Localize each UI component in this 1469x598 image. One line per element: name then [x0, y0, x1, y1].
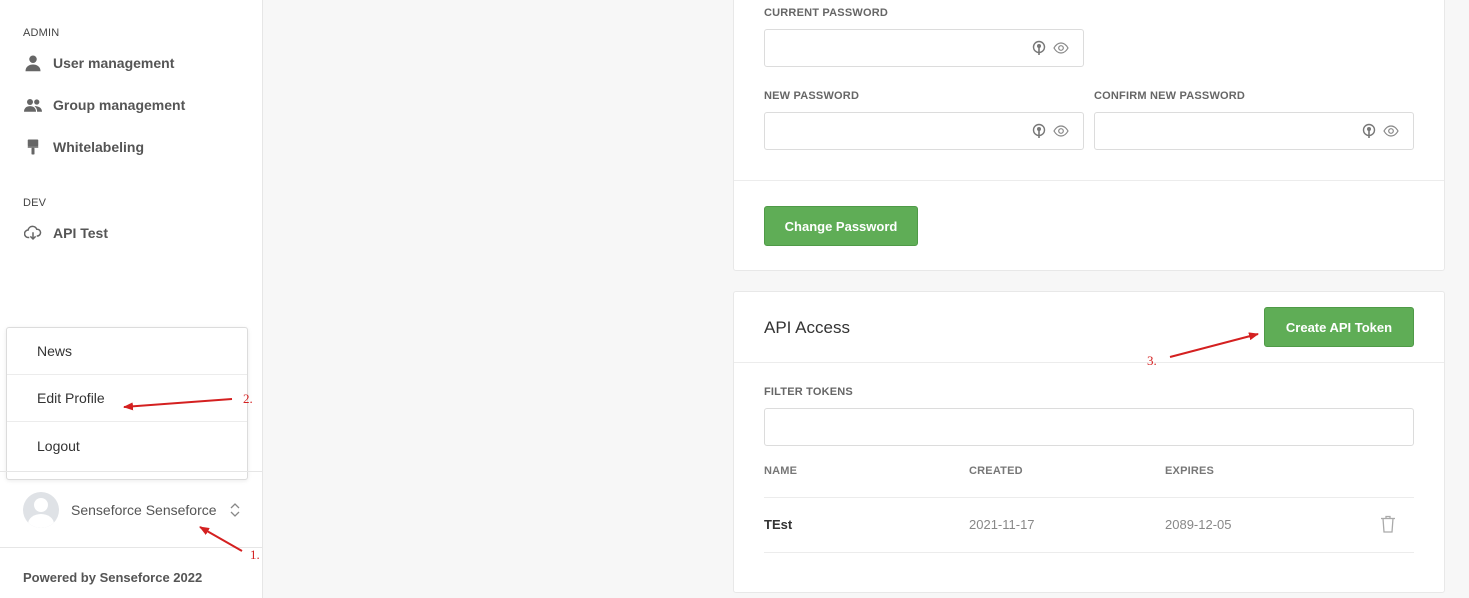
table-row-divider — [764, 552, 1414, 553]
password-card: CURRENT PASSWORD NEW PASSWORD CONFIRM NE… — [733, 0, 1445, 271]
sidebar-item-label: API Test — [53, 225, 108, 241]
show-password-eye-icon[interactable] — [1383, 123, 1399, 139]
sidebar-item-api-test[interactable]: API Test — [23, 221, 108, 245]
token-expires: 2089-12-05 — [1165, 517, 1232, 532]
menu-item-edit-profile[interactable]: Edit Profile — [7, 375, 247, 422]
password-key-icon[interactable] — [1361, 123, 1377, 139]
column-header-name: NAME — [764, 465, 798, 477]
section-label-dev: DEV — [23, 197, 47, 209]
sidebar-item-user-management[interactable]: User management — [23, 51, 174, 75]
group-icon — [23, 95, 43, 115]
api-access-title: API Access — [764, 318, 850, 337]
sort-chevrons-icon — [230, 502, 239, 517]
column-header-created: CREATED — [969, 465, 1023, 477]
sidebar-item-group-management[interactable]: Group management — [23, 93, 185, 117]
show-password-eye-icon[interactable] — [1053, 123, 1069, 139]
section-label-admin: ADMIN — [23, 27, 60, 39]
current-password-label: CURRENT PASSWORD — [764, 7, 888, 19]
sidebar-item-label: Whitelabeling — [53, 139, 144, 155]
filter-tokens-label: FILTER TOKENS — [764, 386, 853, 398]
show-password-eye-icon[interactable] — [1053, 40, 1069, 56]
create-api-token-button[interactable]: Create API Token — [1264, 307, 1414, 347]
card-divider — [734, 362, 1444, 363]
card-divider — [734, 180, 1444, 181]
new-password-input[interactable] — [764, 112, 1084, 150]
token-created: 2021-11-17 — [969, 517, 1035, 532]
confirm-password-label: CONFIRM NEW PASSWORD — [1094, 90, 1246, 102]
password-key-icon[interactable] — [1031, 123, 1047, 139]
delete-trash-icon[interactable] — [1380, 515, 1396, 533]
annotation-label-1: 1. — [250, 547, 260, 562]
column-header-expires: EXPIRES — [1165, 465, 1215, 477]
change-password-button[interactable]: Change Password — [764, 206, 918, 246]
menu-item-news[interactable]: News — [7, 328, 247, 375]
annotation-label-2: 2. — [243, 391, 253, 406]
sidebar-item-whitelabeling[interactable]: Whitelabeling — [23, 135, 144, 159]
footer-powered-by: Powered by Senseforce 2022 — [23, 570, 203, 585]
api-access-card: API Access Create API Token FILTER TOKEN… — [733, 291, 1445, 593]
current-password-input[interactable] — [764, 29, 1084, 67]
sidebar-item-label: Group management — [53, 97, 186, 113]
avatar — [23, 491, 59, 528]
table-row-divider — [764, 497, 1414, 498]
profile-name: Senseforce Senseforce — [71, 501, 217, 518]
confirm-password-input[interactable] — [1094, 112, 1414, 150]
sidebar-item-label: User management — [53, 55, 175, 71]
brush-icon — [23, 137, 43, 157]
annotation-label-3: 3. — [1147, 353, 1157, 368]
profile-menu-toggle[interactable]: Senseforce Senseforce — [0, 471, 262, 548]
user-icon — [23, 53, 43, 73]
password-key-icon[interactable] — [1031, 40, 1047, 56]
menu-item-logout[interactable]: Logout — [7, 422, 247, 469]
filter-tokens-input[interactable] — [764, 408, 1414, 446]
profile-dropdown-menu: News Edit Profile Logout — [6, 327, 248, 480]
new-password-label: NEW PASSWORD — [764, 90, 860, 102]
token-name: TEst — [764, 517, 793, 532]
cloud-download-icon — [23, 223, 43, 243]
sidebar: ADMIN User management Group management W… — [0, 0, 263, 598]
